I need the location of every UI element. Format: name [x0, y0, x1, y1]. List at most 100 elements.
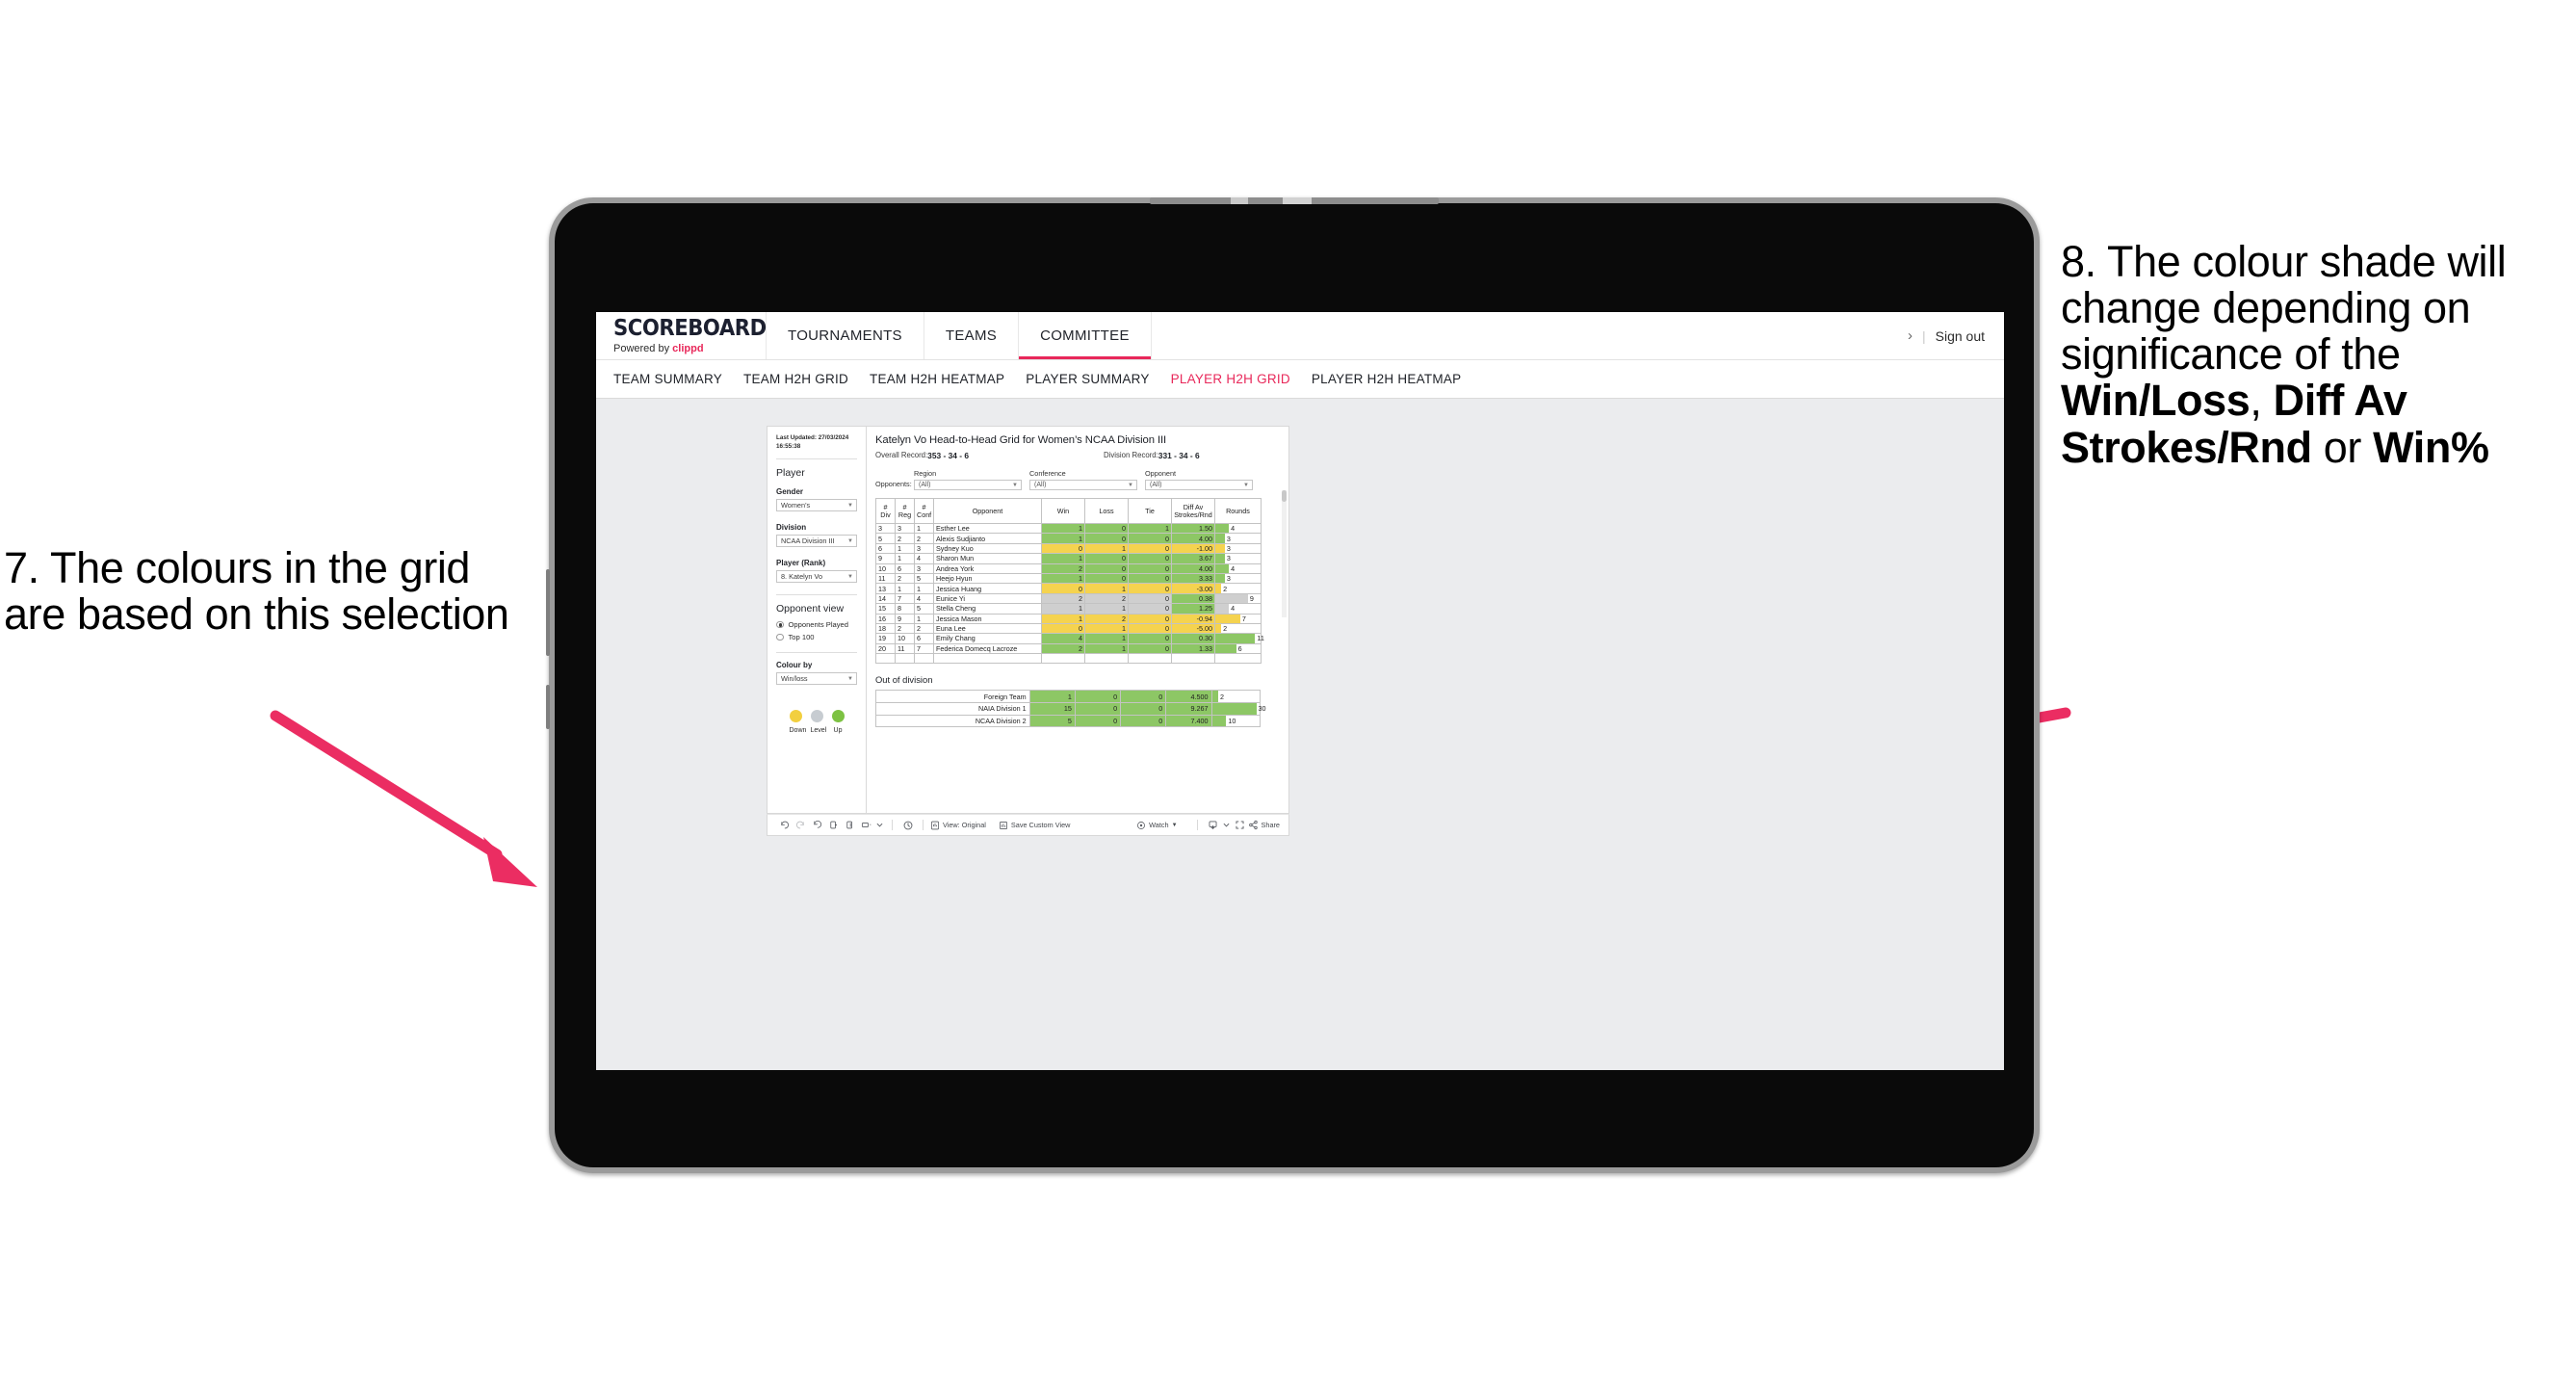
- table-row[interactable]: 9 1 4 Sharon Mun 1 0 0 3.67 3: [875, 553, 1262, 564]
- table-row[interactable]: 15 8 5 Stella Cheng 1 1 0 1.25 4: [875, 603, 1262, 615]
- division-select-value: NCAA Division III: [781, 536, 835, 545]
- rounds-bar: [1215, 614, 1240, 623]
- records-row: Overall Record: 353 - 34 - 6 Division Re…: [875, 451, 1280, 460]
- cell-loss: 0: [1084, 533, 1129, 544]
- chevron-down-icon: ▼: [847, 573, 853, 580]
- player-rank-select[interactable]: 8. Katelyn Vo ▼: [776, 570, 857, 583]
- region-filter-select[interactable]: (All) ▼: [914, 480, 1022, 490]
- cell-loss: 1: [1084, 633, 1129, 644]
- rounds-value: 3: [1226, 543, 1231, 553]
- sub-tab-player-h2h-heatmap[interactable]: PLAYER H2H HEATMAP: [1312, 372, 1483, 386]
- annotation-8-text: 8. The colour shade will change dependin…: [2061, 238, 2571, 472]
- opponent-filters: Opponents: Region (All) ▼ Conference (Al…: [875, 469, 1280, 490]
- pause-updates-icon[interactable]: [842, 820, 858, 830]
- table-header-row: # Div # Reg # Conf Opponent Win Loss Tie Di…: [875, 498, 1262, 524]
- logo-tagline: Powered by clippd: [613, 343, 766, 354]
- save-custom-view-button[interactable]: Save Custom View: [999, 821, 1070, 830]
- download-icon[interactable]: [1205, 820, 1221, 830]
- cell-reg: 1: [895, 583, 915, 594]
- refresh-data-icon[interactable]: [825, 820, 842, 830]
- colour-by-select[interactable]: Win/loss ▼: [776, 672, 857, 685]
- table-row[interactable]: 6 1 3 Sydney Kuo 0 1 0 -1.00 3: [875, 542, 1262, 555]
- cell-conf: 4: [914, 553, 934, 564]
- cell-opponent: Heejo Hyun: [933, 572, 1042, 585]
- pause-auto-update-icon[interactable]: [899, 820, 916, 831]
- cell-tie: 0: [1128, 592, 1172, 605]
- cell-diff-av-strokes: 4.00: [1171, 562, 1215, 574]
- out-of-division-row[interactable]: Foreign Team 1 0 0 4.500 2: [875, 690, 1262, 704]
- table-row[interactable]: 18 2 2 Euna Lee 0 1 0 -5.00 2: [875, 622, 1262, 635]
- nav-tab-committee[interactable]: COMMITTEE: [1019, 312, 1152, 359]
- sign-out-link[interactable]: Sign out: [1936, 328, 1985, 344]
- cell-diff-av-strokes: 1.33: [1171, 642, 1215, 655]
- conference-filter-select[interactable]: (All) ▼: [1029, 480, 1137, 490]
- cell-reg: 11: [895, 642, 915, 655]
- account-area[interactable]: › | Sign out: [1908, 312, 2004, 359]
- division-select[interactable]: NCAA Division III ▼: [776, 535, 857, 547]
- table-row[interactable]: 11 2 5 Heejo Hyun 1 0 0 3.33 3: [875, 572, 1262, 585]
- out-of-division-row[interactable]: NAIA Division 1 15 0 0 9.267 30: [875, 702, 1266, 716]
- cell-div: 10: [875, 562, 896, 574]
- blank-cell: [1128, 653, 1172, 665]
- view-original-button[interactable]: View: Original: [930, 821, 986, 830]
- cell-opponent: Jessica Mason: [933, 613, 1042, 624]
- table-row[interactable]: 16 9 1 Jessica Mason 1 2 0 -0.94 7: [875, 613, 1262, 624]
- nav-tab-tournaments[interactable]: TOURNAMENTS: [767, 312, 924, 359]
- opponent-filter-select[interactable]: (All) ▼: [1145, 480, 1253, 490]
- sub-tab-player-h2h-grid[interactable]: PLAYER H2H GRID: [1171, 372, 1312, 386]
- table-row[interactable]: 10 6 3 Andrea York 2 0 0 4.00 4: [875, 562, 1262, 574]
- cell-div: 14: [875, 592, 896, 605]
- annotation-8-mid2: or: [2311, 422, 2374, 472]
- radio-opponents-played[interactable]: Opponents Played: [776, 620, 857, 629]
- gender-select[interactable]: Women’s ▼: [776, 499, 857, 511]
- opponent-filter-label: Opponent: [1145, 469, 1177, 478]
- legend-label-down: Down: [789, 727, 807, 734]
- cell-diff: 9.267: [1165, 702, 1212, 716]
- radio-top-100[interactable]: Top 100: [776, 633, 857, 641]
- chevron-down-icon: ▼: [1128, 482, 1133, 488]
- share-button[interactable]: Share: [1248, 820, 1280, 830]
- download-chevron-down-icon[interactable]: [1221, 822, 1232, 828]
- chevron-right-icon[interactable]: ›: [1908, 327, 1912, 344]
- nav-tab-teams[interactable]: TEAMS: [924, 312, 1020, 359]
- device-chevron-down-icon[interactable]: [874, 822, 885, 828]
- undo-icon[interactable]: [776, 820, 793, 830]
- sub-tab-team-h2h-grid[interactable]: TEAM H2H GRID: [743, 372, 870, 386]
- table-row[interactable]: 5 2 2 Alexis Sudjianto 1 0 0 4.00 3: [875, 533, 1262, 544]
- app-logo[interactable]: SCOREBOARD Powered by clippd: [596, 312, 767, 359]
- cell-conf: 1: [914, 583, 934, 594]
- cell-tie: 0: [1128, 553, 1172, 564]
- cell-win: 1: [1041, 572, 1085, 585]
- table-row[interactable]: 20 11 7 Federica Domecq Lacroze 2 1 0 1.33 6: [875, 642, 1262, 655]
- device-layout-icon[interactable]: [858, 820, 874, 830]
- annotation-7-arrow: [270, 710, 537, 887]
- conference-filter-label: Conference: [1029, 469, 1066, 478]
- scrollbar-track[interactable]: [1282, 490, 1287, 617]
- cell-win: 1: [1041, 533, 1085, 544]
- opponent-filter-value: (All): [1150, 482, 1162, 488]
- tablet-screen: SCOREBOARD Powered by clippd TOURNAMENTS…: [596, 312, 2004, 1070]
- table-row[interactable]: 19 10 6 Emily Chang 4 1 0 0.30 11: [875, 633, 1264, 644]
- sub-tab-team-h2h-heatmap[interactable]: TEAM H2H HEATMAP: [870, 372, 1026, 386]
- revert-icon[interactable]: [809, 820, 825, 830]
- cell-tie: 0: [1128, 633, 1172, 644]
- legend-label-up: Up: [833, 727, 843, 734]
- blank-cell: [895, 653, 915, 665]
- watch-button[interactable]: Watch ▼: [1136, 821, 1178, 830]
- cell-conf: 2: [914, 622, 934, 635]
- cell-tie: 0: [1120, 714, 1167, 728]
- scrollbar-thumb[interactable]: [1282, 490, 1287, 502]
- cell-loss: 0: [1084, 562, 1129, 574]
- table-row[interactable]: 14 7 4 Eunice Yi 2 2 0 0.38 9: [875, 592, 1262, 605]
- sub-tab-team-summary[interactable]: TEAM SUMMARY: [613, 372, 743, 386]
- redo-icon[interactable]: [793, 820, 809, 830]
- cell-diff-av-strokes: -3.00: [1171, 583, 1215, 594]
- cell-loss: 0: [1084, 522, 1129, 535]
- table-row[interactable]: 13 1 1 Jessica Huang 0 1 0 -3.00 2: [875, 583, 1262, 594]
- cell-tie: 0: [1128, 622, 1172, 635]
- table-row[interactable]: 3 3 1 Esther Lee 1 0 1 1.50 4: [875, 522, 1262, 535]
- fullscreen-icon[interactable]: [1232, 820, 1248, 830]
- out-of-division-row[interactable]: NCAA Division 2 5 0 0 7.400 10: [875, 714, 1262, 728]
- cell-diff-av-strokes: 1.25: [1171, 603, 1215, 615]
- sub-tab-player-summary[interactable]: PLAYER SUMMARY: [1026, 372, 1170, 386]
